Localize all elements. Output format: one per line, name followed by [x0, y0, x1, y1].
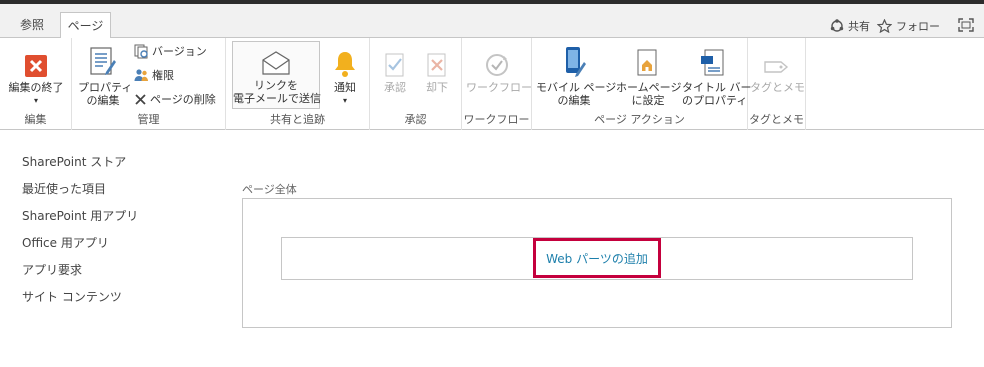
group-workflow: ワークフロー ワークフロー: [462, 38, 532, 130]
tags-notes-button[interactable]: タグとメモ: [750, 44, 805, 94]
workflow-icon: [486, 54, 508, 76]
email-link-button[interactable]: リンクを 電子メールで送信: [232, 41, 321, 109]
nav-sharepoint-store[interactable]: SharePoint ストア: [22, 153, 126, 170]
star-icon: [877, 19, 892, 33]
webpart-zone-label: ページ全体: [242, 183, 297, 196]
reject-label: 却下: [426, 81, 448, 94]
add-webpart-link[interactable]: Web パーツの追加: [533, 238, 661, 278]
bell-icon: [335, 52, 355, 77]
group-approve: 承認 却下 承認: [370, 38, 462, 130]
ribbon: 編集の終了 ▾ 編集 プロパティ の編集 バージョン 権限 ページの削除 管理 …: [0, 38, 984, 130]
group-label-manage: 管理: [137, 113, 160, 126]
versions-icon: [134, 44, 148, 58]
alert-me-button[interactable]: 通知 ▾: [326, 44, 364, 107]
share-icon: [830, 19, 844, 32]
group-label-page-actions: ページ アクション: [594, 113, 685, 126]
nav-apps-for-sharepoint[interactable]: SharePoint 用アプリ: [22, 207, 138, 224]
mobile-icon: [566, 47, 586, 77]
make-homepage-button[interactable]: ホームページ に設定: [616, 44, 682, 107]
tag-icon: [764, 61, 789, 73]
focus-content-button[interactable]: [958, 18, 978, 32]
properties-icon: [90, 47, 116, 75]
chevron-down-icon: ▾: [33, 96, 38, 105]
title-bar-properties-button[interactable]: タイトル バー のプロパティ: [682, 44, 752, 107]
group-label-workflow: ワークフロー: [463, 113, 530, 126]
delete-page-button[interactable]: ページの削除: [134, 90, 216, 108]
approve-button[interactable]: 承認: [378, 44, 412, 94]
follow-label: フォロー: [896, 20, 940, 33]
workflows-label: ワークフロー: [466, 81, 532, 94]
share-label: 共有: [848, 20, 870, 33]
edit-mobile-label-1: モバイル ページ: [536, 81, 617, 94]
tab-browse[interactable]: 参照: [6, 12, 58, 39]
tags-notes-label: タグとメモ: [750, 81, 805, 94]
versions-button[interactable]: バージョン: [134, 42, 207, 60]
edit-properties-label-1: プロパティ: [78, 81, 133, 94]
group-page-actions: モバイル ページ の編集 ホームページ に設定 タイトル バー のプロパティ ペ…: [532, 38, 752, 130]
stop-editing-button[interactable]: 編集の終了 ▾: [4, 44, 68, 107]
nav-recent[interactable]: 最近使った項目: [22, 180, 106, 197]
follow-button[interactable]: フォロー: [877, 18, 940, 34]
nav-site-contents[interactable]: サイト コンテンツ: [22, 288, 122, 305]
make-homepage-label-2: に設定: [631, 94, 665, 107]
people-icon: [134, 68, 148, 81]
reject-button[interactable]: 却下: [420, 44, 454, 94]
group-label-edit: 編集: [24, 113, 47, 126]
group-label-approve: 承認: [404, 113, 427, 126]
edit-mobile-page-button[interactable]: モバイル ページ の編集: [536, 44, 617, 107]
home-page-icon: [637, 49, 657, 76]
edit-mobile-label-2: の編集: [557, 94, 591, 107]
nav-apps-for-office[interactable]: Office 用アプリ: [22, 234, 109, 251]
close-edit-icon: [25, 55, 47, 77]
approve-icon: [385, 53, 404, 77]
reject-icon: [427, 53, 446, 77]
chevron-down-icon: ▾: [342, 96, 347, 105]
workflows-button[interactable]: ワークフロー: [466, 44, 532, 94]
group-manage: プロパティ の編集 バージョン 権限 ページの削除 管理: [72, 38, 226, 130]
title-bar-label-1: タイトル バー: [682, 81, 752, 94]
group-share-track: リンクを 電子メールで送信 通知 ▾ 共有と追跡: [226, 38, 370, 130]
stop-editing-label: 編集の終了: [8, 81, 64, 94]
approve-label: 承認: [384, 81, 406, 94]
title-bar-icon: [701, 49, 724, 76]
ribbon-tab-bar: 参照 ページ 共有 フォロー: [0, 4, 984, 42]
group-label-share-track: 共有と追跡: [270, 113, 325, 126]
group-tags: タグとメモ タグとメモ: [748, 38, 806, 130]
alert-label: 通知: [334, 81, 356, 94]
group-edit: 編集の終了 ▾ 編集: [0, 38, 72, 130]
permissions-button[interactable]: 権限: [134, 66, 174, 84]
email-link-label-2: 電子メールで送信: [233, 92, 321, 105]
permissions-label: 権限: [152, 69, 174, 82]
edit-properties-label-2: の編集: [86, 94, 120, 107]
make-homepage-label-1: ホームページ: [616, 81, 682, 94]
group-label-tags: タグとメモ: [749, 113, 804, 126]
edit-properties-button[interactable]: プロパティ の編集: [78, 44, 133, 107]
versions-label: バージョン: [152, 45, 207, 58]
title-bar-label-2: のプロパティ: [682, 94, 748, 107]
delete-page-label: ページの削除: [150, 93, 216, 106]
focus-icon: [958, 18, 974, 32]
share-button[interactable]: 共有: [830, 18, 870, 34]
email-icon: [262, 51, 290, 75]
email-link-label-1: リンクを: [254, 79, 298, 92]
delete-icon: [135, 93, 146, 105]
nav-app-requests[interactable]: アプリ要求: [22, 261, 82, 278]
